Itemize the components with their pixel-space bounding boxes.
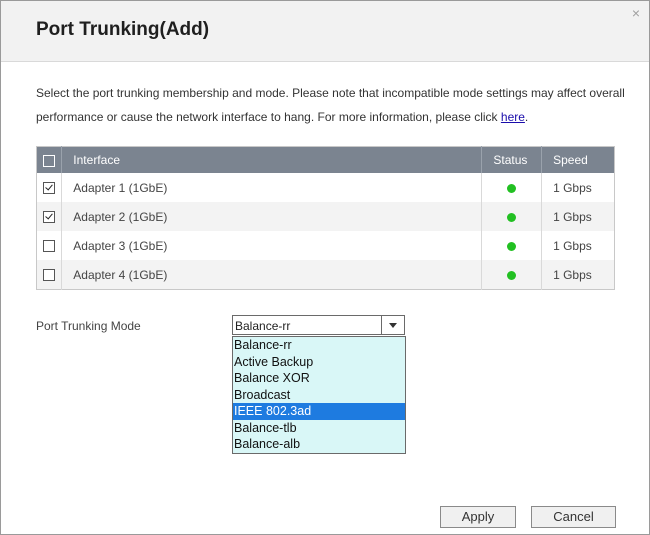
trunking-mode-value: Balance-rr xyxy=(235,319,291,333)
row-checkbox-cell xyxy=(36,260,63,290)
trunking-mode-options: Balance-rr Active Backup Balance XOR Broadc… xyxy=(232,336,406,454)
mode-option[interactable]: Balance-tlb xyxy=(233,420,405,437)
table-row[interactable]: Adapter 3 (1GbE) 1 Gbps xyxy=(36,231,615,260)
mode-option[interactable]: Balance XOR xyxy=(233,370,405,387)
speed-value: 1 Gbps xyxy=(541,260,615,290)
port-trunking-dialog: Port Trunking(Add) × Select the port tru… xyxy=(0,0,650,535)
table-row[interactable]: Adapter 1 (1GbE) 1 Gbps xyxy=(36,173,615,202)
cancel-button[interactable]: Cancel xyxy=(531,506,616,528)
speed-value: 1 Gbps xyxy=(541,173,615,202)
mode-option[interactable]: Balance-rr xyxy=(233,337,405,354)
status-column-header: Status xyxy=(481,146,543,173)
trunking-mode-select[interactable]: Balance-rr xyxy=(232,315,405,335)
mode-option[interactable]: IEEE 802.3ad xyxy=(233,403,405,420)
mode-option[interactable]: Active Backup xyxy=(233,354,405,371)
select-all-checkbox[interactable] xyxy=(43,154,56,167)
status-cell xyxy=(481,173,543,202)
row-checkbox[interactable] xyxy=(43,240,56,253)
status-indicator-icon xyxy=(507,183,517,193)
status-indicator-icon xyxy=(507,241,517,251)
table-row[interactable]: Adapter 2 (1GbE) 1 Gbps xyxy=(36,202,615,231)
interface-name: Adapter 3 (1GbE) xyxy=(61,231,483,260)
status-cell xyxy=(481,202,543,231)
row-checkbox[interactable] xyxy=(43,211,56,224)
interface-table: Interface Status Speed Adapter 1 (1GbE) 1… xyxy=(36,146,615,290)
description-end: . xyxy=(524,110,529,124)
dialog-description: Select the port trunking membership and … xyxy=(36,81,626,129)
help-link[interactable]: here xyxy=(501,110,525,124)
speed-value: 1 Gbps xyxy=(541,202,615,231)
row-checkbox-cell xyxy=(36,173,63,202)
mode-option[interactable]: Broadcast xyxy=(233,387,405,404)
dialog-header: Port Trunking(Add) × xyxy=(1,1,649,62)
dialog-title: Port Trunking(Add) xyxy=(36,19,210,40)
speed-column-header: Speed xyxy=(541,146,615,173)
apply-button[interactable]: Apply xyxy=(440,506,516,528)
select-all-cell xyxy=(36,146,63,173)
dropdown-toggle[interactable] xyxy=(381,316,404,334)
table-header-row: Interface Status Speed xyxy=(36,146,615,173)
row-checkbox-cell xyxy=(36,202,63,231)
description-text: Select the port trunking membership and … xyxy=(36,86,625,124)
status-cell xyxy=(481,231,543,260)
table-row[interactable]: Adapter 4 (1GbE) 1 Gbps xyxy=(36,260,615,290)
interface-column-header: Interface xyxy=(61,146,483,173)
trunking-mode-label: Port Trunking Mode xyxy=(36,319,141,333)
status-indicator-icon xyxy=(507,270,517,280)
row-checkbox[interactable] xyxy=(43,182,56,195)
status-cell xyxy=(481,260,543,290)
interface-name: Adapter 1 (1GbE) xyxy=(61,173,483,202)
row-checkbox-cell xyxy=(36,231,63,260)
row-checkbox[interactable] xyxy=(43,269,56,282)
chevron-down-icon xyxy=(389,323,397,328)
interface-name: Adapter 4 (1GbE) xyxy=(61,260,483,290)
interface-name: Adapter 2 (1GbE) xyxy=(61,202,483,231)
close-icon[interactable]: × xyxy=(629,6,643,20)
speed-value: 1 Gbps xyxy=(541,231,615,260)
status-indicator-icon xyxy=(507,212,517,222)
mode-option[interactable]: Balance-alb xyxy=(233,436,405,453)
